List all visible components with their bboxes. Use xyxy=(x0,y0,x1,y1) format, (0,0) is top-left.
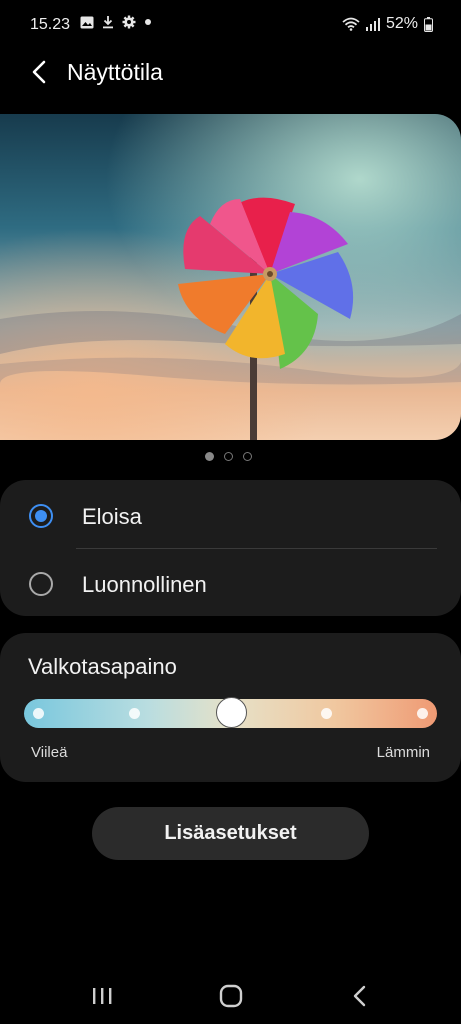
screen-mode-card: Eloisa Luonnollinen xyxy=(0,480,461,616)
slider-max-label: Lämmin xyxy=(376,744,430,761)
divider xyxy=(76,548,437,549)
slider-thumb[interactable] xyxy=(216,697,247,728)
status-icons-left xyxy=(80,15,152,29)
slider-step xyxy=(129,708,140,719)
status-time: 15.23 xyxy=(30,16,71,33)
page-title: Näyttötila xyxy=(67,59,163,85)
image-icon xyxy=(80,16,94,28)
back-icon[interactable] xyxy=(345,982,375,1010)
dot-icon xyxy=(145,19,151,25)
slider-min-label: Viileä xyxy=(31,744,68,761)
recents-icon[interactable] xyxy=(87,982,117,1010)
header: Näyttötila xyxy=(0,52,461,96)
white-balance-card: Valkotasapaino Viileä Lämmin xyxy=(0,633,461,782)
status-bar: 15.23 52% xyxy=(0,0,461,50)
navigation-bar xyxy=(0,972,461,1020)
signal-icon xyxy=(365,17,380,31)
option-label: Luonnollinen xyxy=(82,572,207,597)
page-dot xyxy=(224,452,233,461)
page-dot xyxy=(243,452,252,461)
wifi-icon xyxy=(342,17,360,31)
radio-button[interactable] xyxy=(29,572,53,596)
option-label: Eloisa xyxy=(82,504,142,529)
battery-icon xyxy=(424,16,433,32)
preview-page-indicator xyxy=(205,452,252,461)
white-balance-slider[interactable] xyxy=(24,697,437,728)
option-vivid[interactable]: Eloisa xyxy=(0,482,461,550)
gear-icon xyxy=(122,15,136,29)
pinwheel-image xyxy=(0,114,461,440)
slider-step xyxy=(417,708,428,719)
slider-step xyxy=(321,708,332,719)
white-balance-title: Valkotasapaino xyxy=(28,654,177,679)
status-icons-right: 52% xyxy=(342,15,433,33)
battery-percentage: 52% xyxy=(385,15,418,32)
option-natural[interactable]: Luonnollinen xyxy=(0,550,461,618)
slider-step xyxy=(33,708,44,719)
download-icon xyxy=(103,16,113,29)
home-icon[interactable] xyxy=(216,982,246,1010)
page-dot xyxy=(205,452,214,461)
preview-image[interactable] xyxy=(0,114,461,440)
chevron-left-icon[interactable] xyxy=(22,54,58,90)
radio-button-selected[interactable] xyxy=(29,504,53,528)
advanced-settings-button[interactable]: Lisäasetukset xyxy=(92,807,369,860)
